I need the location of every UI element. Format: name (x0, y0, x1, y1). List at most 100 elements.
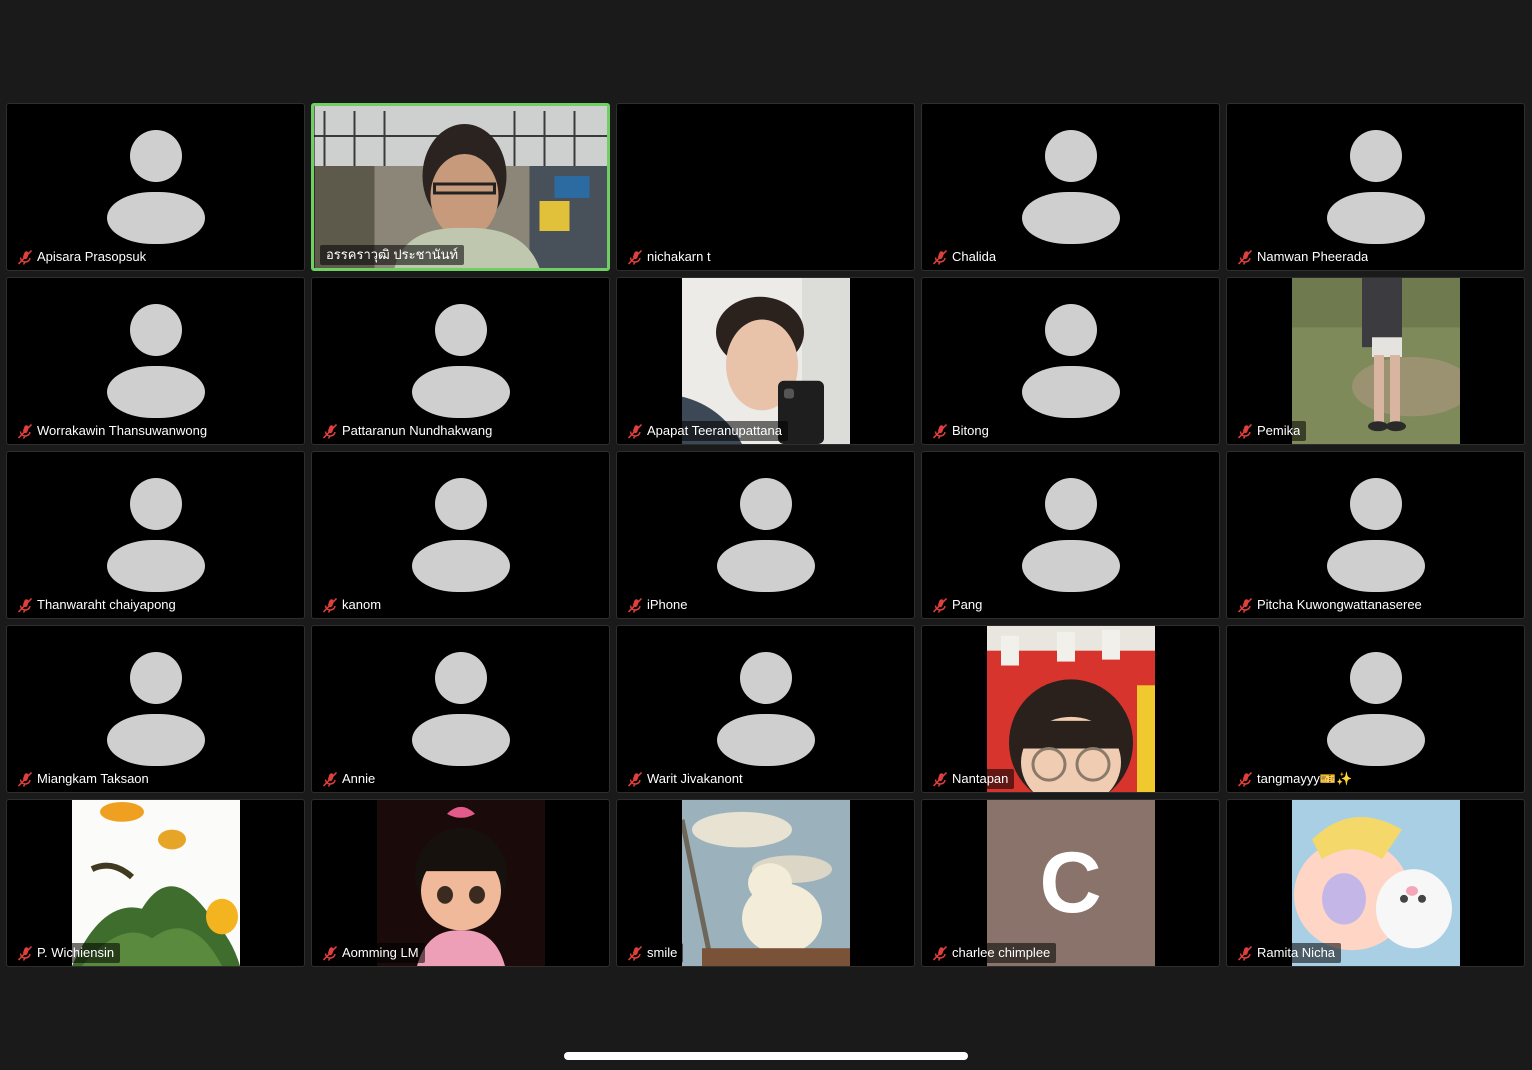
participant-tile[interactable]: Pemika (1226, 277, 1525, 445)
default-avatar-icon (1326, 478, 1425, 592)
participant-tile[interactable]: Pang (921, 451, 1220, 619)
muted-mic-icon (17, 249, 33, 265)
profile-photo (681, 800, 850, 966)
muted-mic-icon (322, 597, 338, 613)
participant-tile[interactable]: Worrakawin Thansuwanwong (6, 277, 305, 445)
default-avatar-icon (106, 130, 205, 244)
participant-name: Chalida (952, 249, 997, 264)
participant-video (314, 106, 607, 268)
profile-photo (681, 278, 850, 444)
default-avatar-icon (1021, 130, 1120, 244)
participant-tile[interactable]: Pitcha Kuwongwattanaseree (1226, 451, 1525, 619)
participant-name-tag: charlee chimplee (928, 943, 1057, 963)
home-indicator[interactable] (564, 1052, 968, 1060)
participant-tile[interactable]: iPhone (616, 451, 915, 619)
participant-tile[interactable]: Apisara Prasopsuk (6, 103, 305, 271)
participant-name-tag: Bitong (928, 421, 995, 441)
muted-mic-icon (17, 423, 33, 439)
participant-name-tag: Ramita Nicha (1233, 943, 1342, 963)
participant-name: Thanwaraht chaiyapong (37, 597, 176, 612)
participant-name: Nantapan (952, 771, 1009, 786)
muted-mic-icon (627, 945, 643, 961)
participant-name: Pitcha Kuwongwattanaseree (1257, 597, 1422, 612)
muted-mic-icon (1237, 771, 1253, 787)
participant-tile[interactable]: Ramita Nicha (1226, 799, 1525, 967)
participant-name-tag: nichakarn t (623, 247, 717, 267)
default-avatar-icon (716, 652, 815, 766)
participant-name: Warit Jivakanont (647, 771, 743, 786)
muted-mic-icon (1237, 597, 1253, 613)
muted-mic-icon (627, 771, 643, 787)
participant-name-tag: Aomming LM (318, 943, 425, 963)
participant-name: P. Wichiensin (37, 945, 115, 960)
participant-name: อรรคราวุฒิ ประชานันท์ (326, 247, 459, 262)
participant-name-tag: kanom (318, 595, 388, 615)
participant-name-tag: Apisara Prasopsuk (13, 247, 153, 267)
participant-name-tag: Chalida (928, 247, 1003, 267)
participant-name: iPhone (647, 597, 688, 612)
default-avatar-icon (106, 304, 205, 418)
participant-tile[interactable]: Pattaranun Nundhakwang (311, 277, 610, 445)
participant-tile[interactable]: Warit Jivakanont (616, 625, 915, 793)
participant-name: Annie (342, 771, 376, 786)
participant-name-tag: Warit Jivakanont (623, 769, 749, 789)
profile-photo (986, 626, 1155, 792)
participant-name-tag: iPhone (623, 595, 694, 615)
participant-name: smile (647, 945, 678, 960)
participant-name: charlee chimplee (952, 945, 1051, 960)
muted-mic-icon (1237, 249, 1253, 265)
muted-mic-icon (932, 249, 948, 265)
muted-mic-icon (932, 423, 948, 439)
participant-tile[interactable]: Bitong (921, 277, 1220, 445)
participant-tile[interactable]: Apapat Teeranupattana (616, 277, 915, 445)
letter-avatar: C (986, 800, 1155, 966)
profile-photo (1291, 278, 1460, 444)
muted-mic-icon (1237, 423, 1253, 439)
default-avatar-icon (1021, 304, 1120, 418)
participant-name-tag: P. Wichiensin (13, 943, 121, 963)
participant-name: Miangkam Taksaon (37, 771, 149, 786)
muted-mic-icon (322, 423, 338, 439)
participant-name: Apapat Teeranupattana (647, 423, 782, 438)
participant-tile[interactable]: Aomming LM (311, 799, 610, 967)
muted-mic-icon (1237, 945, 1253, 961)
participant-name-tag: Pemika (1233, 421, 1307, 441)
participant-tile[interactable]: Chalida (921, 103, 1220, 271)
participant-name-tag: Worrakawin Thansuwanwong (13, 421, 214, 441)
participant-tile[interactable]: Annie (311, 625, 610, 793)
participant-tile[interactable]: nichakarn t (616, 103, 915, 271)
participant-tile-active-speaker[interactable]: อรรคราวุฒิ ประชานันท์ (311, 103, 610, 271)
default-avatar-icon (411, 304, 510, 418)
muted-mic-icon (17, 597, 33, 613)
participant-tile[interactable]: kanom (311, 451, 610, 619)
participant-tile[interactable]: P. Wichiensin (6, 799, 305, 967)
muted-mic-icon (627, 249, 643, 265)
muted-mic-icon (627, 597, 643, 613)
profile-photo (71, 800, 240, 966)
participant-tile[interactable]: Thanwaraht chaiyapong (6, 451, 305, 619)
default-avatar-icon (716, 478, 815, 592)
participant-tile[interactable]: tangmayyy🎫✨ (1226, 625, 1525, 793)
participant-tile[interactable]: Namwan Pheerada (1226, 103, 1525, 271)
participant-name-tag: Nantapan (928, 769, 1015, 789)
default-avatar-icon (106, 652, 205, 766)
muted-mic-icon (932, 771, 948, 787)
profile-photo (1291, 800, 1460, 966)
participant-name-tag: อรรคราวุฒิ ประชานันท์ (320, 245, 465, 265)
participant-name: nichakarn t (647, 249, 711, 264)
participant-name: Pang (952, 597, 983, 612)
participant-name: Apisara Prasopsuk (37, 249, 147, 264)
participant-name-tag: Namwan Pheerada (1233, 247, 1375, 267)
participant-tile[interactable]: Nantapan (921, 625, 1220, 793)
muted-mic-icon (17, 945, 33, 961)
participant-name-tag: Apapat Teeranupattana (623, 421, 788, 441)
participant-tile[interactable]: C charlee chimplee (921, 799, 1220, 967)
participant-name-tag: Pattaranun Nundhakwang (318, 421, 499, 441)
participant-tile[interactable]: smile (616, 799, 915, 967)
participant-name: tangmayyy🎫✨ (1257, 771, 1353, 786)
participant-name-tag: tangmayyy🎫✨ (1233, 769, 1359, 789)
default-avatar-icon (1326, 130, 1425, 244)
participant-tile[interactable]: Miangkam Taksaon (6, 625, 305, 793)
participant-name-tag: Pitcha Kuwongwattanaseree (1233, 595, 1428, 615)
muted-mic-icon (322, 945, 338, 961)
